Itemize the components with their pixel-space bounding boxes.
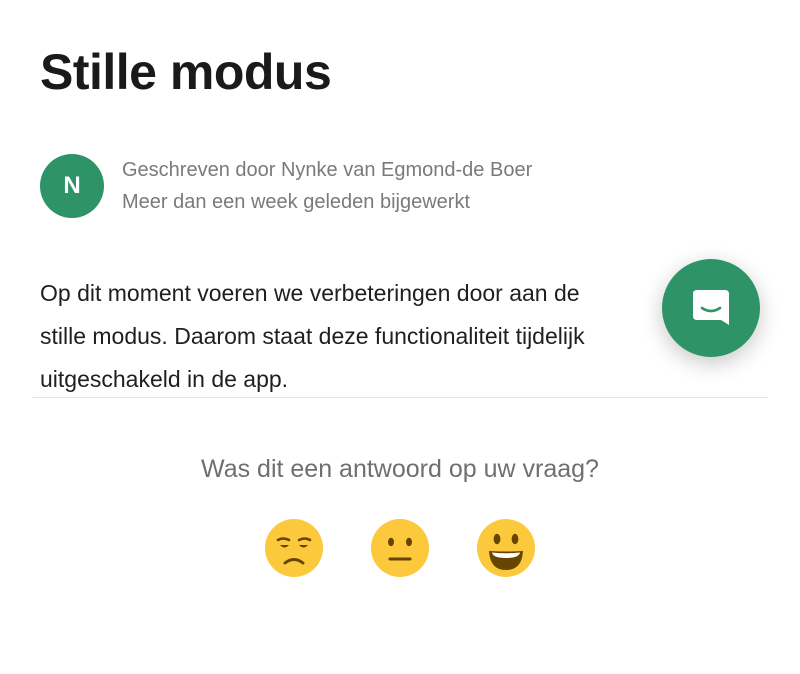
feedback-question: Was dit een antwoord op uw vraag?	[201, 455, 599, 483]
divider	[32, 397, 768, 398]
body-line: stille modus. Daarom staat deze function…	[40, 323, 585, 349]
avatar: N	[40, 154, 104, 218]
avatar-initial: N	[63, 172, 81, 199]
article-body: Op dit moment voeren we verbeteringen do…	[40, 272, 730, 401]
author-info: N Geschreven door Nynke van Egmond-de Bo…	[40, 154, 532, 218]
disappointed-face-icon[interactable]	[264, 518, 324, 578]
chat-button[interactable]	[662, 259, 760, 357]
author-line: Geschreven door Nynke van Egmond-de Boer	[122, 159, 533, 181]
smiley-face-icon[interactable]	[476, 518, 536, 578]
feedback-reactions	[0, 518, 800, 578]
neutral-face-icon[interactable]	[370, 518, 430, 578]
article-meta: Geschreven door Nynke van Egmond-de Boer…	[122, 154, 532, 218]
body-line: uitgeschakeld in de app.	[40, 366, 289, 392]
body-line: Op dit moment voeren we verbeteringen do…	[40, 280, 580, 306]
chat-bubble-icon	[693, 290, 729, 325]
article-page: Stille modus N Geschreven door Nynke van…	[0, 0, 800, 674]
page-title: Stille modus	[40, 44, 332, 100]
updated-line: Meer dan een week geleden bijgewerkt	[122, 191, 470, 213]
